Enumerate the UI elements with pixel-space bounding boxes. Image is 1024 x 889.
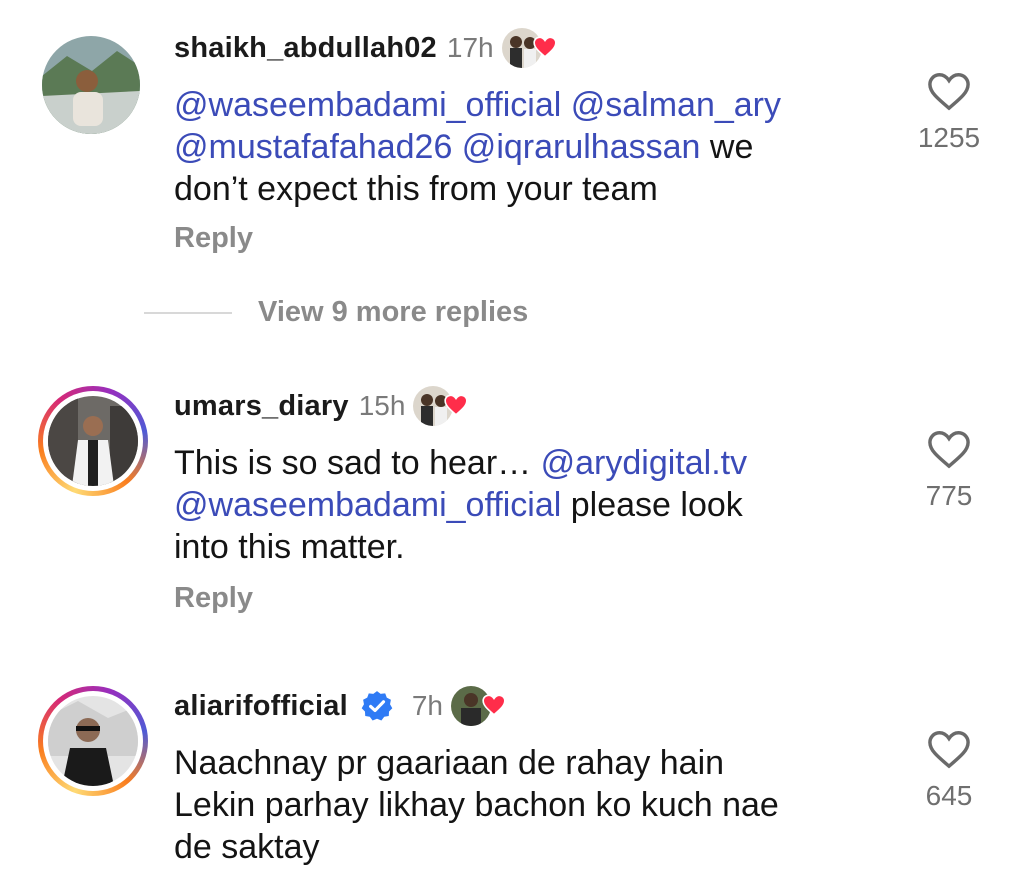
avatar[interactable]: [38, 386, 148, 496]
reply-button[interactable]: Reply: [174, 222, 253, 255]
heart-icon[interactable]: [926, 70, 972, 112]
like-count: 775: [925, 480, 973, 511]
timestamp: 17h: [446, 32, 494, 63]
heart-filled-icon: [482, 694, 506, 716]
like-control: 645: [889, 728, 1009, 812]
username[interactable]: shaikh_abdullah02: [174, 32, 437, 65]
comments-page: shaikh_abdullah02 17h @waseembadami_offi…: [0, 0, 1024, 889]
mention-link[interactable]: @mustafafahad26 @iqrarulhassan: [174, 128, 700, 166]
comment-text: Lekin parhay likhay bachon ko kuch nae: [174, 786, 779, 824]
like-control: 1255: [889, 70, 1009, 154]
avatar-ring-gap: [43, 391, 143, 491]
comment-header: shaikh_abdullah02 17h: [174, 28, 560, 68]
like-control: 775: [889, 428, 1009, 512]
comment-body: Naachnay pr gaariaan de rahay hain Lekin…: [174, 742, 874, 868]
heart-filled-icon: [532, 36, 557, 58]
comment-text: This is so sad to hear…: [174, 444, 541, 482]
avatar-photo: [48, 396, 138, 486]
divider-line: [144, 311, 232, 314]
avatar-photo: [42, 36, 140, 134]
comment-header: aliarifofficial 7h: [174, 686, 509, 726]
comment-body: This is so sad to hear… @arydigital.tv @…: [174, 442, 874, 568]
mention-link[interactable]: @waseembadami_official @salman_ary: [174, 86, 781, 124]
mention-link[interactable]: @waseembadami_official: [174, 486, 561, 524]
username[interactable]: aliarifofficial: [174, 690, 348, 723]
mention-link[interactable]: @arydigital.tv: [541, 444, 747, 482]
timestamp: 15h: [358, 390, 406, 421]
comment-text: into this matter.: [174, 528, 405, 566]
comment-text: Naachnay pr gaariaan de rahay hain: [174, 744, 725, 782]
comment-body: @waseembadami_official @salman_ary @must…: [174, 84, 874, 210]
avatar-photo: [48, 696, 138, 786]
heart-icon[interactable]: [926, 428, 972, 470]
like-count: 645: [925, 780, 973, 811]
comment-text: we: [700, 128, 754, 166]
heart-icon[interactable]: [926, 728, 972, 770]
avatar[interactable]: [38, 686, 148, 796]
heart-filled-icon: [444, 394, 469, 416]
comment-text: please look: [561, 486, 743, 524]
creator-liked-badge: [450, 684, 509, 728]
view-more-replies[interactable]: View 9 more replies: [144, 296, 528, 329]
creator-liked-badge: [501, 26, 560, 70]
username[interactable]: umars_diary: [174, 390, 349, 423]
timestamp: 7h: [411, 690, 443, 721]
like-count: 1255: [917, 122, 981, 153]
creator-liked-badge: [413, 384, 471, 428]
avatar-ring-gap: [43, 691, 143, 791]
view-more-replies-label[interactable]: View 9 more replies: [258, 296, 528, 329]
verified-badge-icon: [361, 691, 393, 721]
reply-button[interactable]: Reply: [174, 582, 253, 615]
comment-header: umars_diary 15h: [174, 386, 471, 426]
avatar[interactable]: [38, 36, 148, 146]
comment-text: de saktay: [174, 828, 320, 866]
comment-text: don’t expect this from your team: [174, 170, 658, 208]
